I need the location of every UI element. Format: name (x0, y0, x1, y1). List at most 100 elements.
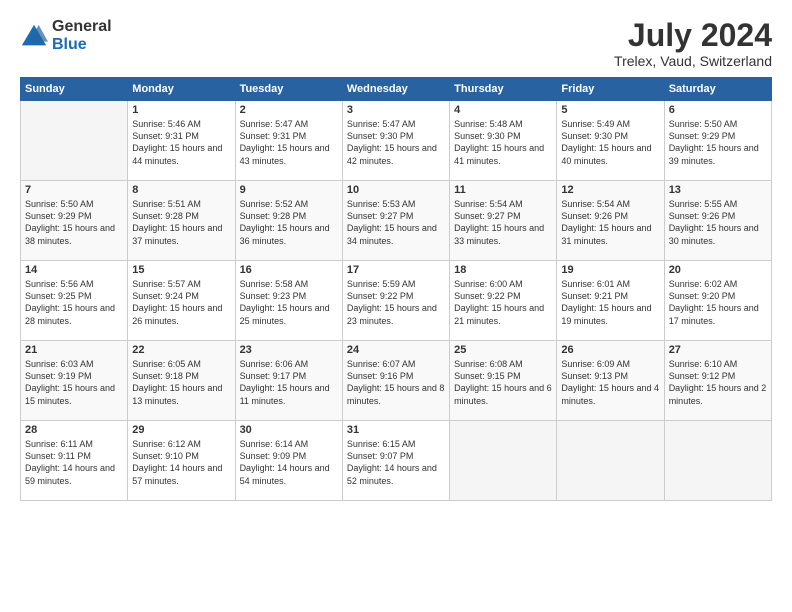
calendar-week-0: 1 Sunrise: 5:46 AMSunset: 9:31 PMDayligh… (21, 101, 772, 181)
cell-content: Sunrise: 6:00 AMSunset: 9:22 PMDaylight:… (454, 279, 544, 325)
day-number: 26 (561, 344, 659, 356)
cell-content: Sunrise: 6:14 AMSunset: 9:09 PMDaylight:… (240, 439, 330, 485)
calendar-cell: 7 Sunrise: 5:50 AMSunset: 9:29 PMDayligh… (21, 181, 128, 261)
col-monday: Monday (128, 78, 235, 101)
calendar-cell: 5 Sunrise: 5:49 AMSunset: 9:30 PMDayligh… (557, 101, 664, 181)
col-wednesday: Wednesday (342, 78, 449, 101)
main-title: July 2024 (614, 18, 772, 53)
day-number: 15 (132, 264, 230, 276)
calendar-cell: 18 Sunrise: 6:00 AMSunset: 9:22 PMDaylig… (450, 261, 557, 341)
logo-text: General Blue (52, 18, 112, 53)
day-number: 17 (347, 264, 445, 276)
cell-content: Sunrise: 5:47 AMSunset: 9:30 PMDaylight:… (347, 119, 437, 165)
logo-general-text: General (52, 18, 112, 36)
header-row: Sunday Monday Tuesday Wednesday Thursday… (21, 78, 772, 101)
calendar-cell: 20 Sunrise: 6:02 AMSunset: 9:20 PMDaylig… (664, 261, 771, 341)
calendar-cell: 13 Sunrise: 5:55 AMSunset: 9:26 PMDaylig… (664, 181, 771, 261)
calendar-week-4: 28 Sunrise: 6:11 AMSunset: 9:11 PMDaylig… (21, 421, 772, 501)
calendar-week-1: 7 Sunrise: 5:50 AMSunset: 9:29 PMDayligh… (21, 181, 772, 261)
calendar-cell: 22 Sunrise: 6:05 AMSunset: 9:18 PMDaylig… (128, 341, 235, 421)
cell-content: Sunrise: 6:10 AMSunset: 9:12 PMDaylight:… (669, 359, 767, 405)
cell-content: Sunrise: 5:52 AMSunset: 9:28 PMDaylight:… (240, 199, 330, 245)
cell-content: Sunrise: 5:48 AMSunset: 9:30 PMDaylight:… (454, 119, 544, 165)
cell-content: Sunrise: 6:11 AMSunset: 9:11 PMDaylight:… (25, 439, 115, 485)
calendar-cell: 25 Sunrise: 6:08 AMSunset: 9:15 PMDaylig… (450, 341, 557, 421)
cell-content: Sunrise: 5:57 AMSunset: 9:24 PMDaylight:… (132, 279, 222, 325)
calendar-cell (450, 421, 557, 501)
header: General Blue July 2024 Trelex, Vaud, Swi… (20, 18, 772, 69)
col-friday: Friday (557, 78, 664, 101)
day-number: 7 (25, 184, 123, 196)
calendar-cell: 30 Sunrise: 6:14 AMSunset: 9:09 PMDaylig… (235, 421, 342, 501)
day-number: 20 (669, 264, 767, 276)
calendar-cell: 14 Sunrise: 5:56 AMSunset: 9:25 PMDaylig… (21, 261, 128, 341)
day-number: 30 (240, 424, 338, 436)
calendar-cell: 24 Sunrise: 6:07 AMSunset: 9:16 PMDaylig… (342, 341, 449, 421)
day-number: 4 (454, 104, 552, 116)
day-number: 16 (240, 264, 338, 276)
cell-content: Sunrise: 6:05 AMSunset: 9:18 PMDaylight:… (132, 359, 222, 405)
cell-content: Sunrise: 6:01 AMSunset: 9:21 PMDaylight:… (561, 279, 651, 325)
day-number: 14 (25, 264, 123, 276)
cell-content: Sunrise: 5:54 AMSunset: 9:26 PMDaylight:… (561, 199, 651, 245)
day-number: 8 (132, 184, 230, 196)
day-number: 11 (454, 184, 552, 196)
calendar-cell: 27 Sunrise: 6:10 AMSunset: 9:12 PMDaylig… (664, 341, 771, 421)
calendar-cell: 15 Sunrise: 5:57 AMSunset: 9:24 PMDaylig… (128, 261, 235, 341)
day-number: 9 (240, 184, 338, 196)
calendar-cell: 23 Sunrise: 6:06 AMSunset: 9:17 PMDaylig… (235, 341, 342, 421)
calendar-cell: 9 Sunrise: 5:52 AMSunset: 9:28 PMDayligh… (235, 181, 342, 261)
cell-content: Sunrise: 5:46 AMSunset: 9:31 PMDaylight:… (132, 119, 222, 165)
cell-content: Sunrise: 6:09 AMSunset: 9:13 PMDaylight:… (561, 359, 659, 405)
day-number: 2 (240, 104, 338, 116)
day-number: 28 (25, 424, 123, 436)
calendar-cell: 31 Sunrise: 6:15 AMSunset: 9:07 PMDaylig… (342, 421, 449, 501)
day-number: 27 (669, 344, 767, 356)
cell-content: Sunrise: 6:12 AMSunset: 9:10 PMDaylight:… (132, 439, 222, 485)
calendar-table: Sunday Monday Tuesday Wednesday Thursday… (20, 77, 772, 501)
cell-content: Sunrise: 5:58 AMSunset: 9:23 PMDaylight:… (240, 279, 330, 325)
calendar-cell: 26 Sunrise: 6:09 AMSunset: 9:13 PMDaylig… (557, 341, 664, 421)
calendar-cell (664, 421, 771, 501)
logo-icon (20, 23, 48, 51)
title-area: July 2024 Trelex, Vaud, Switzerland (614, 18, 772, 69)
calendar-cell: 19 Sunrise: 6:01 AMSunset: 9:21 PMDaylig… (557, 261, 664, 341)
day-number: 21 (25, 344, 123, 356)
day-number: 24 (347, 344, 445, 356)
day-number: 29 (132, 424, 230, 436)
calendar-cell: 28 Sunrise: 6:11 AMSunset: 9:11 PMDaylig… (21, 421, 128, 501)
cell-content: Sunrise: 6:07 AMSunset: 9:16 PMDaylight:… (347, 359, 445, 405)
col-tuesday: Tuesday (235, 78, 342, 101)
calendar-cell: 4 Sunrise: 5:48 AMSunset: 9:30 PMDayligh… (450, 101, 557, 181)
cell-content: Sunrise: 5:51 AMSunset: 9:28 PMDaylight:… (132, 199, 222, 245)
calendar-cell: 3 Sunrise: 5:47 AMSunset: 9:30 PMDayligh… (342, 101, 449, 181)
cell-content: Sunrise: 6:15 AMSunset: 9:07 PMDaylight:… (347, 439, 437, 485)
cell-content: Sunrise: 5:47 AMSunset: 9:31 PMDaylight:… (240, 119, 330, 165)
col-saturday: Saturday (664, 78, 771, 101)
cell-content: Sunrise: 5:49 AMSunset: 9:30 PMDaylight:… (561, 119, 651, 165)
calendar-cell: 1 Sunrise: 5:46 AMSunset: 9:31 PMDayligh… (128, 101, 235, 181)
day-number: 25 (454, 344, 552, 356)
calendar-cell: 11 Sunrise: 5:54 AMSunset: 9:27 PMDaylig… (450, 181, 557, 261)
calendar-week-3: 21 Sunrise: 6:03 AMSunset: 9:19 PMDaylig… (21, 341, 772, 421)
cell-content: Sunrise: 5:59 AMSunset: 9:22 PMDaylight:… (347, 279, 437, 325)
calendar-cell: 6 Sunrise: 5:50 AMSunset: 9:29 PMDayligh… (664, 101, 771, 181)
day-number: 1 (132, 104, 230, 116)
calendar-cell: 10 Sunrise: 5:53 AMSunset: 9:27 PMDaylig… (342, 181, 449, 261)
col-thursday: Thursday (450, 78, 557, 101)
cell-content: Sunrise: 5:55 AMSunset: 9:26 PMDaylight:… (669, 199, 759, 245)
day-number: 19 (561, 264, 659, 276)
calendar-cell: 17 Sunrise: 5:59 AMSunset: 9:22 PMDaylig… (342, 261, 449, 341)
cell-content: Sunrise: 6:03 AMSunset: 9:19 PMDaylight:… (25, 359, 115, 405)
day-number: 10 (347, 184, 445, 196)
day-number: 13 (669, 184, 767, 196)
calendar-cell: 16 Sunrise: 5:58 AMSunset: 9:23 PMDaylig… (235, 261, 342, 341)
cell-content: Sunrise: 6:06 AMSunset: 9:17 PMDaylight:… (240, 359, 330, 405)
cell-content: Sunrise: 5:50 AMSunset: 9:29 PMDaylight:… (25, 199, 115, 245)
logo: General Blue (20, 18, 112, 53)
col-sunday: Sunday (21, 78, 128, 101)
day-number: 31 (347, 424, 445, 436)
cell-content: Sunrise: 5:50 AMSunset: 9:29 PMDaylight:… (669, 119, 759, 165)
day-number: 22 (132, 344, 230, 356)
cell-content: Sunrise: 6:02 AMSunset: 9:20 PMDaylight:… (669, 279, 759, 325)
